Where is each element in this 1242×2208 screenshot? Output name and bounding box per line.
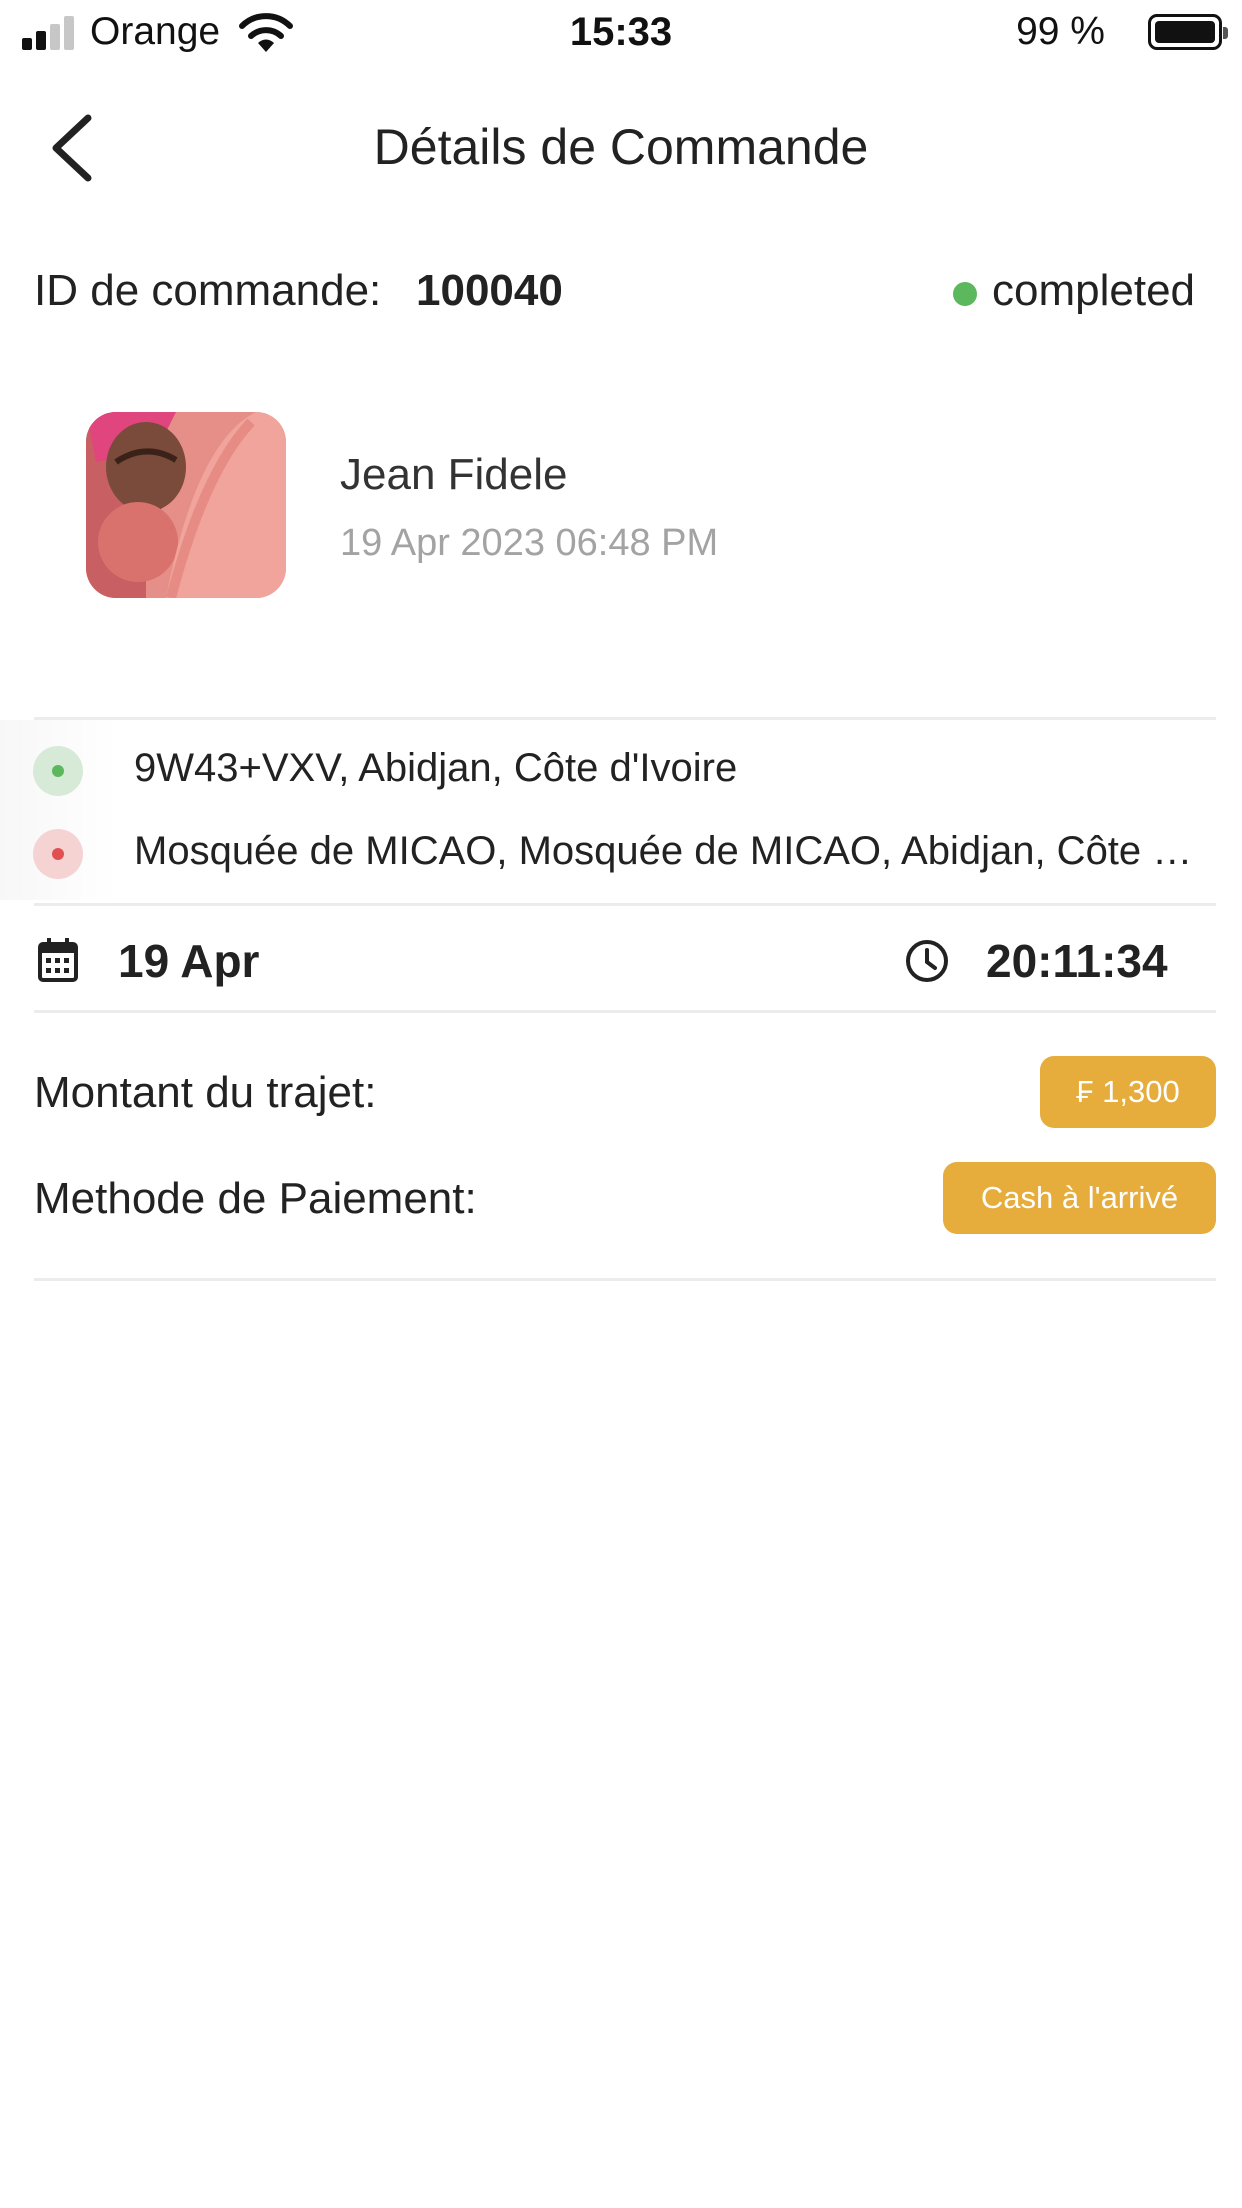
order-status: completed bbox=[992, 266, 1196, 315]
customer-name: Jean Fidele bbox=[340, 450, 568, 499]
status-dot-icon bbox=[953, 282, 977, 306]
trip-date: 19 Apr bbox=[118, 935, 260, 987]
divider bbox=[34, 903, 1216, 906]
order-id-value: 100040 bbox=[416, 266, 563, 315]
divider bbox=[34, 717, 1216, 720]
amount-label: Montant du trajet: bbox=[34, 1068, 377, 1117]
battery-percentage: 99 % bbox=[1016, 10, 1105, 53]
divider bbox=[34, 1278, 1216, 1281]
dropoff-address: Mosquée de MICAO, Mosquée de MICAO, Abid… bbox=[134, 829, 1196, 873]
pickup-address: 9W43+VXV, Abidjan, Côte d'Ivoire bbox=[134, 746, 738, 790]
order-datetime: 19 Apr 2023 06:48 PM bbox=[340, 522, 719, 564]
dropoff-marker-icon bbox=[33, 829, 83, 879]
order-id-label: ID de commande: bbox=[34, 266, 382, 315]
trip-time: 20:11:34 bbox=[986, 935, 1168, 987]
clock-icon bbox=[906, 940, 948, 982]
pickup-marker-icon bbox=[33, 746, 83, 796]
divider bbox=[34, 1010, 1216, 1013]
battery-icon bbox=[1148, 14, 1228, 50]
avatar bbox=[86, 412, 286, 598]
amount-badge: ₣ 1,300 bbox=[1040, 1056, 1216, 1128]
payment-method-label: Methode de Paiement: bbox=[34, 1174, 477, 1223]
calendar-icon bbox=[38, 938, 78, 982]
payment-method-badge: Cash à l'arrivé bbox=[943, 1162, 1216, 1234]
page-title: Détails de Commande bbox=[373, 119, 869, 175]
